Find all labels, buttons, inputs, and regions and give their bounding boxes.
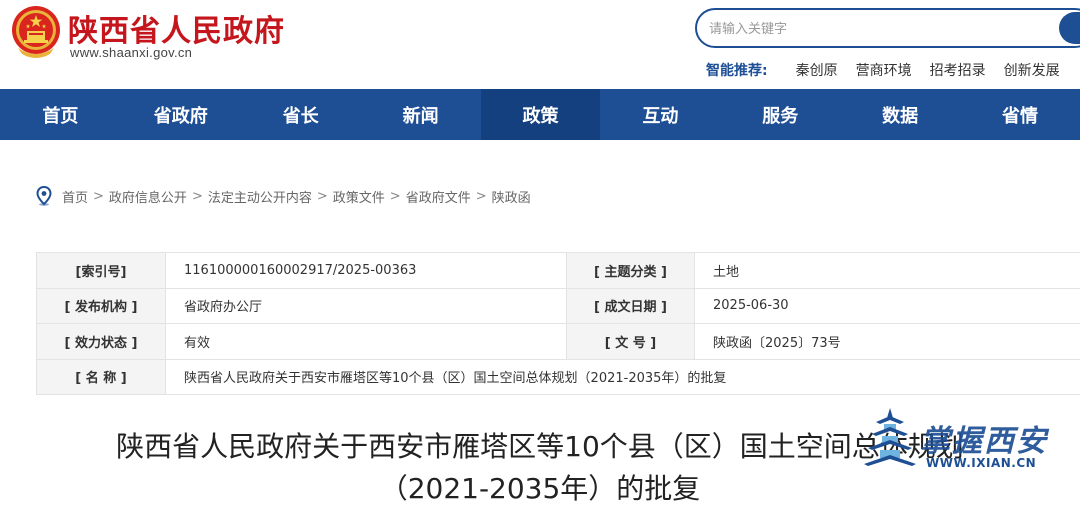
- smart-recommend-label: 智能推荐:: [706, 63, 768, 79]
- chevron-right-icon: >: [191, 188, 203, 204]
- chevron-right-icon: >: [389, 188, 401, 204]
- national-emblem-icon[interactable]: [10, 4, 62, 60]
- nav-item-home[interactable]: 首页: [0, 89, 121, 140]
- breadcrumb-item[interactable]: 省政府文件: [406, 187, 471, 206]
- site-url: www.shaanxi.gov.cn: [70, 45, 193, 60]
- topic-category-label: [ 主题分类 ]: [566, 252, 695, 289]
- breadcrumb-item[interactable]: 政策文件: [333, 187, 385, 206]
- breadcrumb-item[interactable]: 政府信息公开: [109, 187, 187, 206]
- nav-item-services[interactable]: 服务: [720, 89, 840, 140]
- watermark-url: WWW.IXIAN.CN: [926, 456, 1037, 470]
- nav-item-province-info[interactable]: 省情: [960, 89, 1080, 140]
- breadcrumb-item[interactable]: 陕政函: [492, 187, 531, 206]
- written-date-label: [ 成文日期 ]: [566, 287, 695, 324]
- nav-item-governor[interactable]: 省长: [241, 89, 361, 140]
- smart-recommend: 智能推荐: 秦创原 营商环境 招考招录 创新发展: [706, 60, 1078, 80]
- watermark: 掌握西安 WWW.IXIAN.CN: [862, 404, 1062, 476]
- site-header: 陕西省人民政府 www.shaanxi.gov.cn 智能推荐: 秦创原 营商环…: [0, 0, 1080, 89]
- issuer-value: 省政府办公厅: [165, 287, 567, 324]
- table-row: [索引号] 116100000160002917/2025-00363 [ 主题…: [36, 252, 1080, 289]
- search-input[interactable]: [709, 18, 1039, 40]
- document-number-value: 陕政函〔2025〕73号: [694, 323, 1080, 360]
- index-number-label: [索引号]: [36, 252, 166, 289]
- pagoda-logo-icon: [864, 408, 916, 466]
- validity-status-label: [ 效力状态 ]: [36, 323, 166, 360]
- table-row: [ 效力状态 ] 有效 [ 文 号 ] 陕政函〔2025〕73号: [36, 323, 1080, 360]
- search-button[interactable]: [1059, 12, 1080, 44]
- chevron-right-icon: >: [93, 188, 104, 204]
- document-info-table: [索引号] 116100000160002917/2025-00363 [ 主题…: [36, 252, 1080, 395]
- index-number-value: 116100000160002917/2025-00363: [165, 252, 567, 289]
- recommend-item[interactable]: 秦创原: [796, 60, 838, 80]
- breadcrumb: 首页 > 政府信息公开 > 法定主动公开内容 > 政策文件 > 省政府文件 > …: [36, 186, 531, 206]
- location-pin-icon: [36, 186, 52, 206]
- breadcrumb-item[interactable]: 首页: [62, 187, 88, 206]
- recommend-item[interactable]: 创新发展: [1004, 60, 1060, 80]
- watermark-text: 掌握西安: [920, 424, 1048, 459]
- issuer-label: [ 发布机构 ]: [36, 287, 166, 324]
- document-name-value: 陕西省人民政府关于西安市雁塔区等10个县（区）国土空间总体规划（2021-203…: [165, 358, 1080, 395]
- nav-item-interaction[interactable]: 互动: [600, 89, 720, 140]
- topic-category-value: 土地: [694, 252, 1080, 289]
- nav-item-data[interactable]: 数据: [840, 89, 960, 140]
- table-row: [ 名 称 ] 陕西省人民政府关于西安市雁塔区等10个县（区）国土空间总体规划（…: [36, 358, 1080, 395]
- main-nav: 首页 省政府 省长 新闻 政策 互动 服务 数据 省情: [0, 89, 1080, 140]
- chevron-right-icon: >: [475, 188, 487, 204]
- document-name-label: [ 名 称 ]: [36, 358, 166, 395]
- validity-status-value: 有效: [165, 323, 567, 360]
- nav-item-policy[interactable]: 政策: [480, 89, 601, 140]
- chevron-right-icon: >: [316, 188, 328, 204]
- nav-item-news[interactable]: 新闻: [361, 89, 481, 140]
- recommend-item[interactable]: 招考招录: [930, 60, 986, 80]
- written-date-value: 2025-06-30: [694, 287, 1080, 324]
- breadcrumb-item[interactable]: 法定主动公开内容: [208, 187, 312, 206]
- recommend-item[interactable]: 营商环境: [856, 60, 912, 80]
- search-box: [695, 8, 1080, 48]
- table-row: [ 发布机构 ] 省政府办公厅 [ 成文日期 ] 2025-06-30: [36, 287, 1080, 324]
- nav-item-provincial-government[interactable]: 省政府: [121, 89, 241, 140]
- document-number-label: [ 文 号 ]: [566, 323, 695, 360]
- site-name[interactable]: 陕西省人民政府: [68, 6, 285, 50]
